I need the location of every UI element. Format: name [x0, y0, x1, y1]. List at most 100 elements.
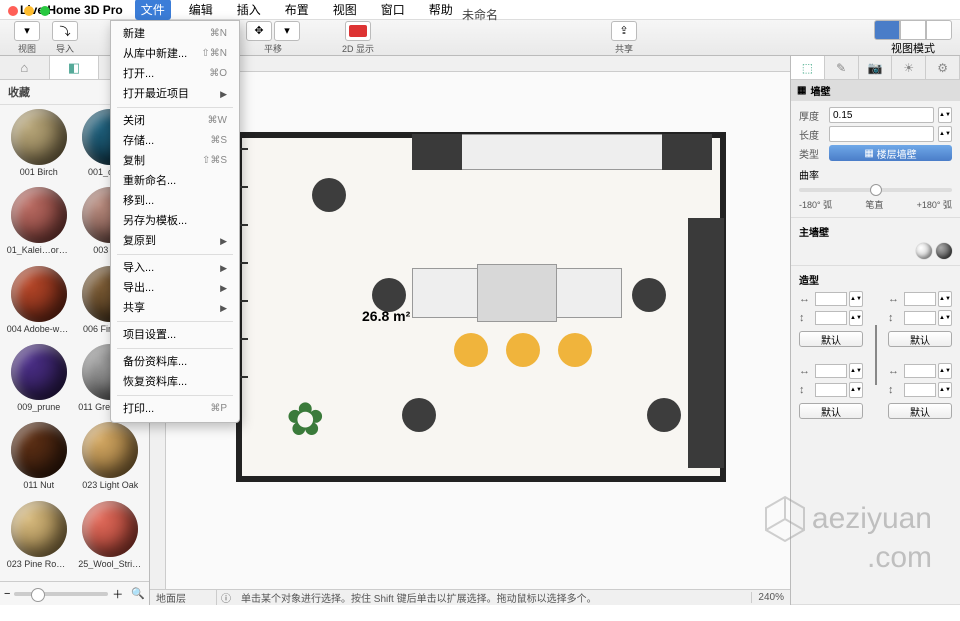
floor-selector[interactable]: 地面层: [150, 590, 217, 605]
library-tab-materials[interactable]: ◧: [50, 56, 100, 79]
material-name: 023 Light Oak: [82, 480, 138, 490]
stool-dark-2[interactable]: [372, 278, 406, 312]
curvature-slider[interactable]: [799, 188, 952, 192]
window-minimize-button[interactable]: [24, 6, 34, 16]
pan-mode-button[interactable]: ▾: [274, 21, 300, 41]
thickness-stepper[interactable]: ▲▼: [938, 107, 952, 123]
shape-w2[interactable]: [904, 292, 936, 306]
file-menu-item[interactable]: 打开最近项目▶: [111, 84, 239, 104]
menu-view[interactable]: 视图: [327, 0, 363, 20]
window-zoom-button[interactable]: [40, 6, 50, 16]
file-menu-item[interactable]: 项目设置...: [111, 325, 239, 345]
thickness-input[interactable]: 0.15: [829, 107, 934, 123]
file-menu-item[interactable]: 恢复资料库...: [111, 372, 239, 392]
tall-cabinet-right[interactable]: [688, 218, 724, 468]
search-icon[interactable]: 🔍: [131, 587, 145, 600]
file-menu-item[interactable]: 导入...▶: [111, 258, 239, 278]
shape-h1-stepper[interactable]: ▲▼: [849, 310, 863, 326]
curvature-label: 曲率: [799, 167, 952, 182]
file-menu-item[interactable]: 移到...: [111, 191, 239, 211]
thumbnail-size-slider[interactable]: [14, 592, 108, 596]
inspector-tab-settings[interactable]: ⚙: [926, 56, 960, 79]
file-menu-item[interactable]: 新建⌘N: [111, 24, 239, 44]
zoom-out-icon[interactable]: −: [4, 588, 10, 600]
inspector-tab-camera[interactable]: 📷: [859, 56, 893, 79]
shape-default-4[interactable]: 默认: [888, 403, 952, 419]
length-stepper[interactable]: ▲▼: [938, 126, 952, 142]
file-menu-item[interactable]: 导出...▶: [111, 278, 239, 298]
mainwall-color-2[interactable]: [936, 243, 952, 259]
file-menu-item[interactable]: 另存为模板...: [111, 211, 239, 231]
share-button[interactable]: ⇪: [611, 21, 637, 41]
stool-dark-5[interactable]: [647, 398, 681, 432]
zoom-level[interactable]: 240%: [751, 592, 790, 603]
material-swatch[interactable]: 001 Birch: [4, 109, 74, 185]
menu-help[interactable]: 帮助: [423, 0, 459, 20]
material-swatch[interactable]: 009_prune: [4, 344, 74, 420]
menu-window[interactable]: 窗口: [375, 0, 411, 20]
file-menu-item[interactable]: 打印...⌘P: [111, 399, 239, 419]
window-close-button[interactable]: [8, 6, 18, 16]
stool-dark-1[interactable]: [312, 178, 346, 212]
library-tab-objects[interactable]: ⌂: [0, 56, 50, 79]
stool-dark-3[interactable]: [632, 278, 666, 312]
view-mode-3d-button[interactable]: [900, 20, 926, 40]
shape-default-1[interactable]: 默认: [799, 331, 863, 347]
length-input[interactable]: [829, 126, 934, 142]
mainwall-color-1[interactable]: [916, 243, 932, 259]
shape-h2[interactable]: [904, 311, 936, 325]
inspector-tab-light[interactable]: ☀: [892, 56, 926, 79]
shape-w4[interactable]: [904, 364, 936, 378]
floor-plan-canvas[interactable]: 26.8 m²: [166, 72, 790, 589]
material-swatch[interactable]: 25_Wool_Stripes_2: [76, 501, 146, 577]
plant[interactable]: [282, 398, 342, 458]
sink[interactable]: [477, 264, 557, 322]
file-menu-item[interactable]: 存储...⌘S: [111, 131, 239, 151]
material-swatch[interactable]: 023 Light Oak: [76, 422, 146, 498]
shape-default-3[interactable]: 默认: [799, 403, 863, 419]
view-mode-split-button[interactable]: [926, 20, 952, 40]
shape-default-2[interactable]: 默认: [888, 331, 952, 347]
wall-section-header[interactable]: ▦墙壁: [791, 80, 960, 101]
shape-label: 造型: [799, 272, 952, 287]
import-button[interactable]: ⤵: [52, 21, 78, 41]
shape-w3[interactable]: [815, 364, 847, 378]
room-outline[interactable]: 26.8 m²: [236, 132, 726, 482]
shape-h4[interactable]: [904, 383, 936, 397]
file-menu-item[interactable]: 共享▶: [111, 298, 239, 318]
pan-button[interactable]: ✥: [246, 21, 272, 41]
menu-insert[interactable]: 插入: [231, 0, 267, 20]
display-2d-button[interactable]: [345, 21, 371, 41]
menu-edit[interactable]: 编辑: [183, 0, 219, 20]
material-swatch[interactable]: 004 Adobe-work: [4, 266, 74, 342]
stool-yellow-2[interactable]: [506, 333, 540, 367]
stool-yellow-3[interactable]: [558, 333, 592, 367]
stool-dark-4[interactable]: [402, 398, 436, 432]
file-menu-item[interactable]: 打开...⌘O: [111, 64, 239, 84]
shape-w1-stepper[interactable]: ▲▼: [849, 291, 863, 307]
wall-type-select[interactable]: ▦ 楼层墙壁: [829, 145, 952, 161]
view-mode-2d-button[interactable]: [874, 20, 900, 40]
material-swatch[interactable]: 01_Kalei…ornament: [4, 187, 74, 263]
menu-arrange[interactable]: 布置: [279, 0, 315, 20]
stool-yellow-1[interactable]: [454, 333, 488, 367]
cabinet-dark-1[interactable]: [412, 134, 462, 170]
file-menu-item[interactable]: 从库中新建...⇧⌘N: [111, 44, 239, 64]
file-menu-item[interactable]: 复制⇧⌘S: [111, 151, 239, 171]
cabinet-dark-2[interactable]: [662, 134, 712, 170]
shape-h3[interactable]: [815, 383, 847, 397]
inspector-tab-materials[interactable]: ✎: [825, 56, 859, 79]
file-menu-item[interactable]: 重新命名...: [111, 171, 239, 191]
file-menu-item[interactable]: 备份资料库...: [111, 352, 239, 372]
zoom-in-icon[interactable]: ＋: [112, 586, 123, 602]
width-icon: ↔: [799, 293, 813, 305]
menu-file[interactable]: 文件: [135, 0, 171, 20]
shape-h1[interactable]: [815, 311, 847, 325]
file-menu-item[interactable]: 复原到▶: [111, 231, 239, 251]
view-popup-button[interactable]: ▾: [14, 21, 40, 41]
material-swatch[interactable]: 023 Pine Rombs: [4, 501, 74, 577]
file-menu-item[interactable]: 关闭⌘W: [111, 111, 239, 131]
inspector-tab-object[interactable]: ⬚: [791, 56, 825, 79]
material-swatch[interactable]: 011 Nut: [4, 422, 74, 498]
shape-w1[interactable]: [815, 292, 847, 306]
